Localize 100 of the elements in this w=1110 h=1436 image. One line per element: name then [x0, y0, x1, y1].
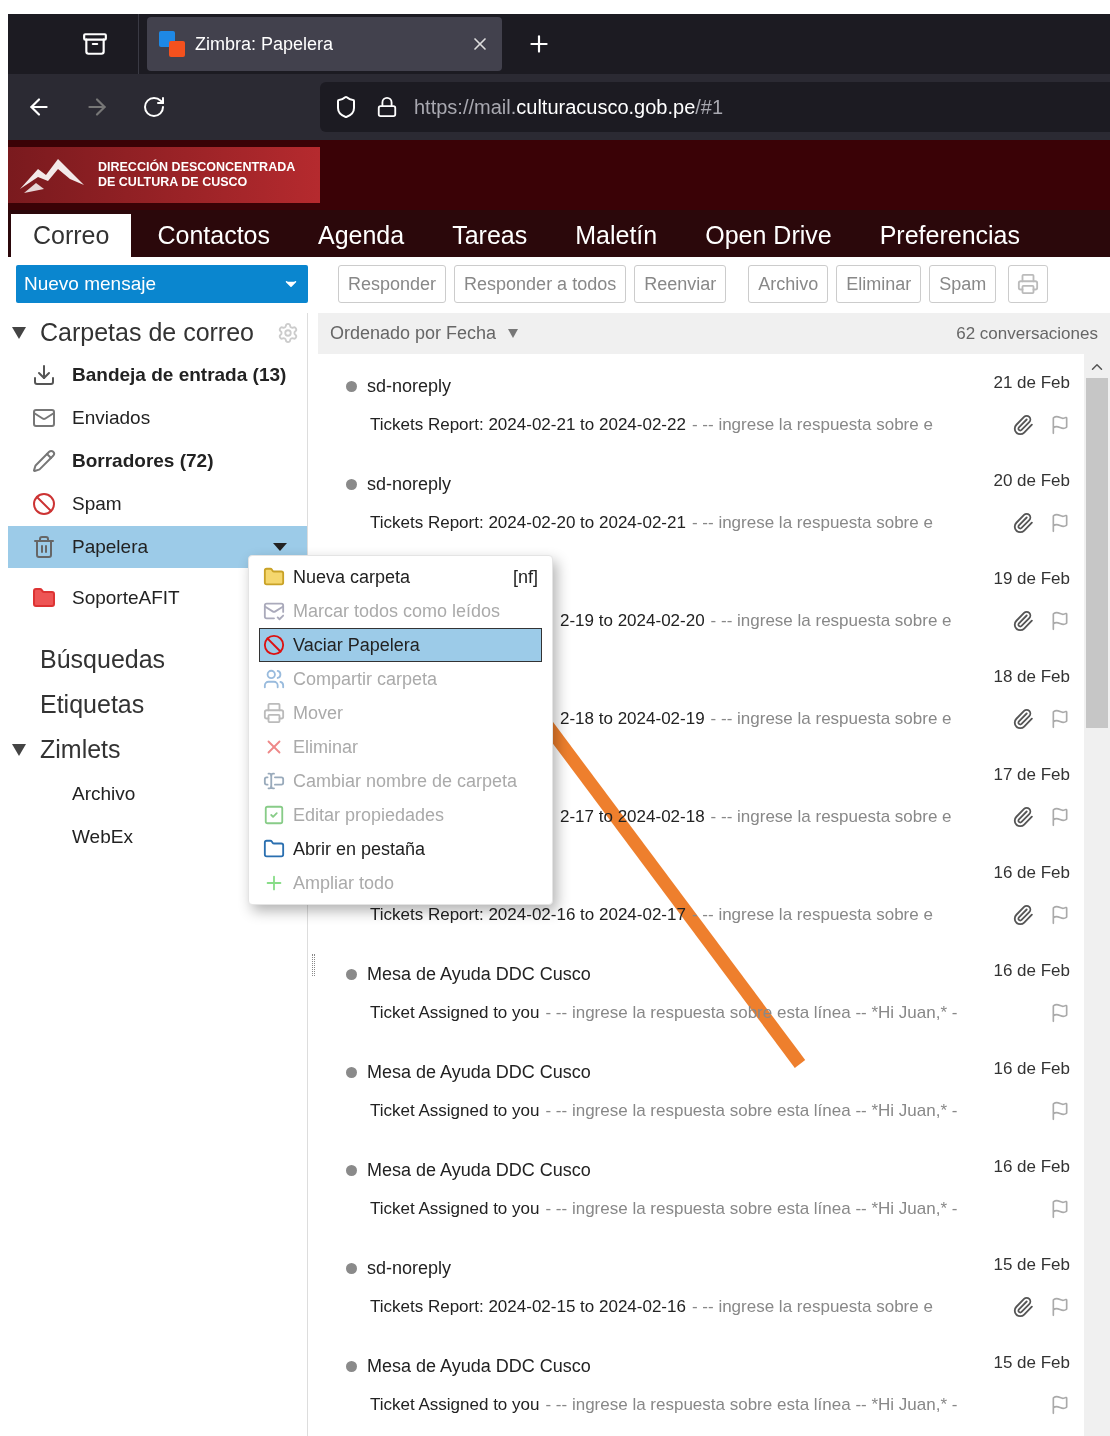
app-tab[interactable]: Correo: [11, 214, 132, 257]
sort-triangle-icon[interactable]: [508, 329, 519, 338]
paperclip-icon: [1012, 512, 1034, 534]
splitter-handle-icon[interactable]: [311, 953, 315, 976]
url-text: https://mail.culturacusco.gob.pe/#1: [414, 95, 724, 120]
toolbar-button[interactable]: Spam: [929, 265, 997, 303]
browser-tab[interactable]: Zimbra: Papelera: [147, 17, 502, 71]
message-date: 16 de Feb: [993, 960, 1070, 983]
message-subject: Tickets Report: 2024-02-15 to 2024-02-16: [370, 1296, 686, 1319]
prohibited-icon: [263, 634, 285, 656]
message-date: 17 de Feb: [993, 764, 1070, 787]
flag-icon[interactable]: [1050, 807, 1070, 827]
folder-item[interactable]: Papelera: [8, 526, 307, 568]
paperclip-icon: [1012, 610, 1034, 632]
message-date: 15 de Feb: [993, 1254, 1070, 1277]
shield-icon[interactable]: [334, 95, 358, 119]
message-date: 21 de Feb: [993, 372, 1070, 395]
toolbar-button[interactable]: Archivo: [748, 265, 829, 303]
address-bar[interactable]: https://mail.culturacusco.gob.pe/#1: [320, 82, 1110, 132]
folder-blocked-icon: [32, 492, 56, 516]
people-icon: [263, 668, 285, 690]
message-subject: Tickets Report: 2024-02-21 to 2024-02-22: [370, 414, 686, 437]
message-date: 19 de Feb: [993, 568, 1070, 591]
expand-triangle-icon[interactable]: [12, 327, 26, 339]
message-sender: Mesa de Ayuda DDC Cusco: [367, 1060, 591, 1084]
menu-item[interactable]: Vaciar Papelera: [259, 628, 542, 662]
flag-icon[interactable]: [1050, 709, 1070, 729]
paperclip-icon: [1012, 414, 1034, 436]
settings-icon[interactable]: [277, 322, 299, 344]
toolbar-button[interactable]: Reenviar: [634, 265, 727, 303]
message-subject: 2-18 to 2024-02-19: [560, 708, 705, 731]
folder-item[interactable]: Enviados: [8, 397, 307, 439]
folder-mail-icon: [32, 406, 56, 430]
message-subject: Ticket Assigned to you: [370, 1100, 540, 1123]
folder-plus-icon: [263, 566, 285, 588]
trash-can-icon: [32, 535, 56, 559]
message-sender: sd-noreply: [367, 472, 452, 496]
print-button[interactable]: [1008, 265, 1049, 303]
app-tab[interactable]: Tareas: [430, 214, 550, 257]
tab-title: Zimbra: Papelera: [195, 32, 334, 56]
lock-icon[interactable]: [376, 96, 398, 118]
tab-list-icon[interactable]: [82, 31, 108, 57]
paperclip-icon: [1012, 904, 1034, 926]
app-tab[interactable]: Contactos: [135, 214, 292, 257]
message-date: 16 de Feb: [993, 1156, 1070, 1179]
flag-icon[interactable]: [1050, 1395, 1070, 1415]
message-subject: Ticket Assigned to you: [370, 1394, 540, 1417]
folder-label: Borradores (72): [72, 448, 214, 473]
folder-outline-icon: [263, 838, 285, 860]
flag-icon[interactable]: [1050, 1101, 1070, 1121]
flag-icon[interactable]: [1050, 415, 1070, 435]
folder-icon: [32, 586, 56, 610]
folder-pencil-icon: [32, 449, 56, 473]
message-date: 16 de Feb: [993, 862, 1070, 885]
logo-text: DE CULTURA DE CUSCO: [98, 175, 249, 190]
reload-icon[interactable]: [142, 95, 166, 119]
section-title[interactable]: Carpetas de correo: [40, 314, 254, 352]
app-tab[interactable]: Preferencias: [857, 214, 1043, 257]
flag-icon[interactable]: [1050, 513, 1070, 533]
app-tab[interactable]: Open Drive: [683, 214, 854, 257]
section-title[interactable]: Zimlets: [40, 731, 121, 769]
flag-icon[interactable]: [1050, 611, 1070, 631]
paperclip-icon: [1012, 806, 1034, 828]
message-preview: - -- ingrese la respuesta sobre e: [691, 414, 933, 437]
folder-item[interactable]: Borradores (72): [8, 440, 307, 482]
message-sender: Mesa de Ayuda DDC Cusco: [367, 1354, 591, 1378]
message-subject: Ticket Assigned to you: [370, 1198, 540, 1221]
message-subject: Tickets Report: 2024-02-20 to 2024-02-21: [370, 512, 686, 535]
message-preview: - -- ingrese la respuesta sobre esta línea -- *Hi Juan,* -: [545, 1394, 958, 1417]
envelope-check-icon: [263, 600, 285, 622]
message-preview: - -- ingrese la respuesta sobre e: [691, 1296, 933, 1319]
conversation-count: 62 conversaciones: [956, 322, 1098, 345]
message-sender: Mesa de Ayuda DDC Cusco: [367, 1158, 591, 1182]
app-tab[interactable]: Agenda: [296, 214, 427, 257]
folder-item[interactable]: Spam: [8, 483, 307, 525]
message-date: 20 de Feb: [993, 470, 1070, 493]
flag-icon[interactable]: [1050, 1297, 1070, 1317]
message-date: 18 de Feb: [993, 666, 1070, 689]
sort-label[interactable]: Ordenado por Fecha: [330, 320, 497, 347]
paperclip-icon: [1012, 708, 1034, 730]
flag-icon[interactable]: [1050, 1003, 1070, 1023]
toolbar-button[interactable]: Responder a todos: [454, 265, 627, 303]
expand-triangle-icon[interactable]: [12, 744, 26, 756]
flag-icon[interactable]: [1050, 905, 1070, 925]
new-message-button[interactable]: Nuevo mensaje: [16, 265, 308, 303]
app-tab[interactable]: Maletín: [553, 214, 680, 257]
message-subject: 2-19 to 2024-02-20: [560, 610, 705, 633]
message-preview: - -- ingrese la respuesta sobre e: [710, 806, 952, 829]
inbox-download-icon: [32, 363, 56, 387]
folder-label: Spam: [72, 491, 122, 516]
toolbar-button[interactable]: Eliminar: [836, 265, 922, 303]
logo-text: DIRECCIÓN DESCONCENTRADA: [98, 160, 296, 175]
message-preview: - -- ingrese la respuesta sobre e: [710, 610, 952, 633]
paperclip-icon: [1012, 1296, 1034, 1318]
toolbar-button[interactable]: Responder: [338, 265, 447, 303]
folder-item[interactable]: Bandeja de entrada (13): [8, 354, 307, 396]
flag-icon[interactable]: [1050, 1199, 1070, 1219]
menu-shortcut: [nf]: [513, 565, 538, 589]
message-preview: - -- ingrese la respuesta sobre e: [710, 708, 952, 731]
scrollbar-thumb[interactable]: [1086, 378, 1108, 728]
